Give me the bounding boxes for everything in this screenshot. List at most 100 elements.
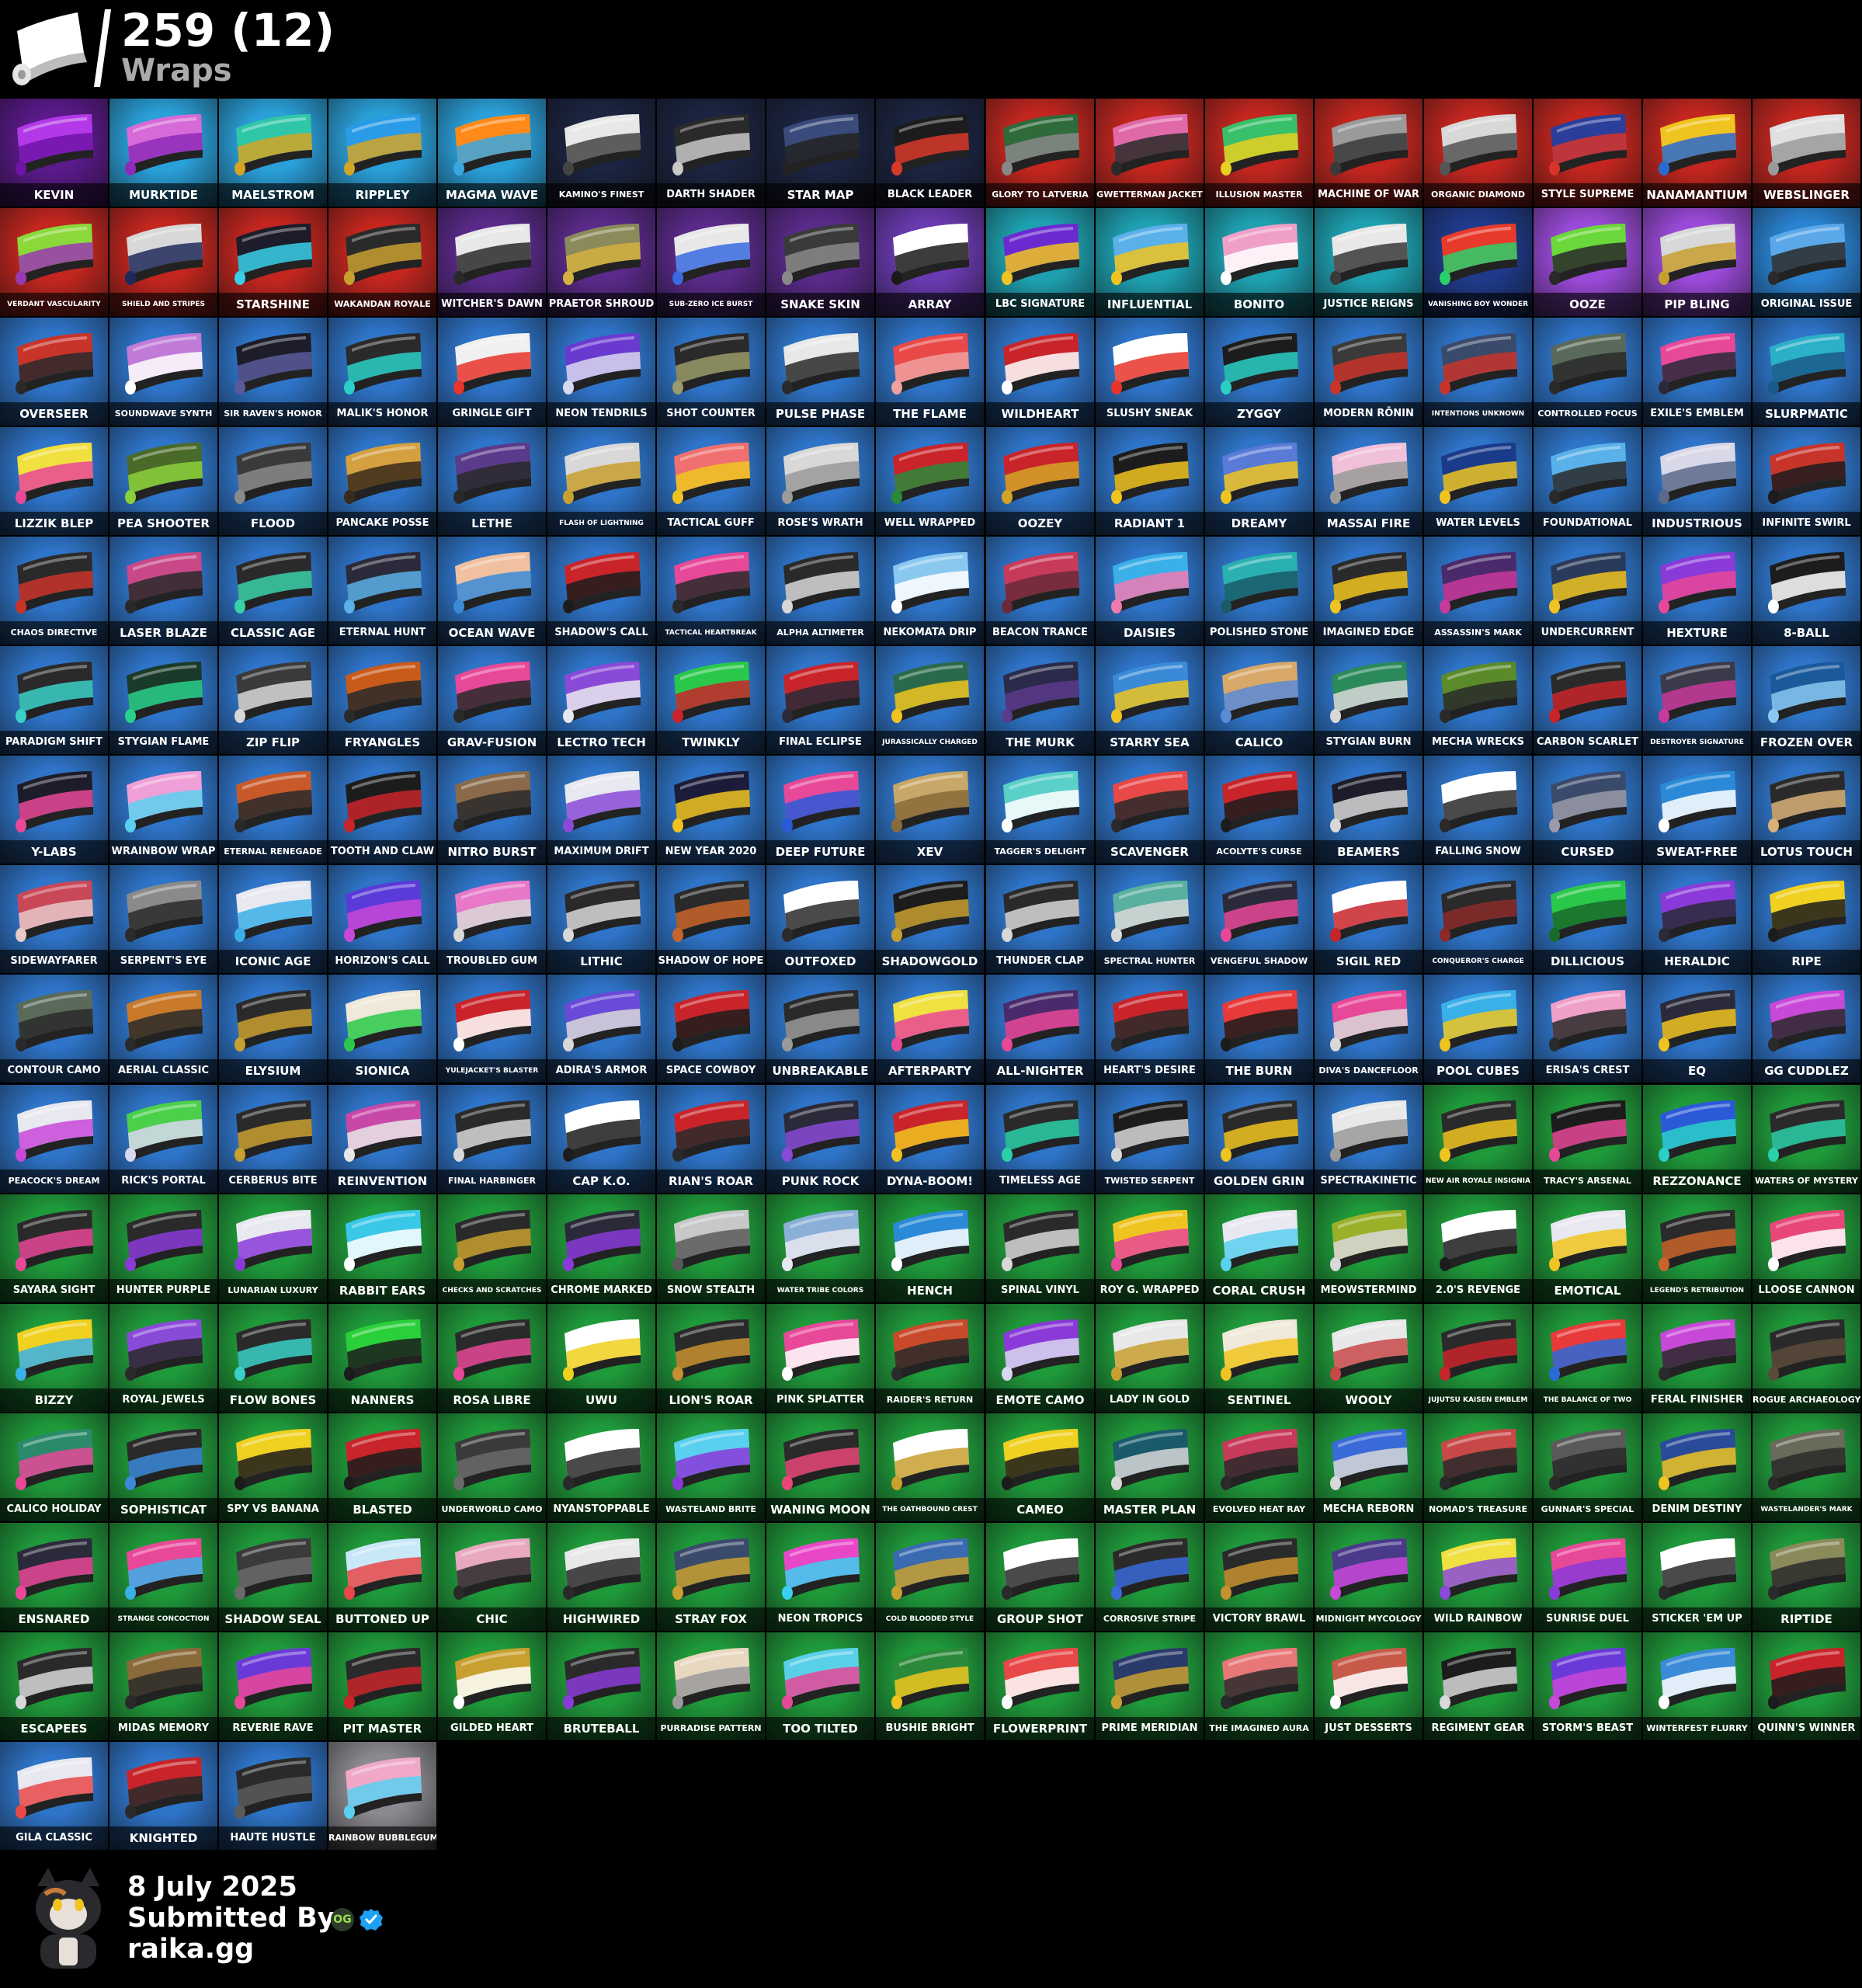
wrap-tile[interactable]: CHIC bbox=[438, 1523, 546, 1631]
wrap-tile[interactable]: PUNK ROCK bbox=[766, 1085, 874, 1193]
wrap-tile[interactable]: VANISHING BOY WONDER bbox=[1424, 208, 1532, 316]
wrap-tile[interactable]: DREAMY bbox=[1205, 427, 1313, 535]
wrap-tile[interactable]: PULSE PHASE bbox=[766, 318, 874, 426]
wrap-tile[interactable]: MURKTIDE bbox=[109, 99, 217, 207]
wrap-tile[interactable]: TACTICAL GUFF bbox=[657, 427, 765, 535]
wrap-tile[interactable]: SHADOW SEAL bbox=[219, 1523, 327, 1631]
wrap-tile[interactable]: BONITO bbox=[1205, 208, 1313, 316]
wrap-tile[interactable]: STAR MAP bbox=[766, 99, 874, 207]
wrap-tile[interactable]: TACTICAL HEARTBREAK bbox=[657, 537, 765, 645]
wrap-tile[interactable]: SERPENT'S EYE bbox=[109, 865, 217, 973]
wrap-tile[interactable]: LADY IN GOLD bbox=[1096, 1304, 1204, 1412]
wrap-tile[interactable]: SPACE COWBOY bbox=[657, 975, 765, 1083]
wrap-tile[interactable]: HEXTURE bbox=[1643, 537, 1751, 645]
wrap-tile[interactable]: RAINBOW BUBBLEGUM bbox=[328, 1742, 436, 1850]
wrap-tile[interactable]: INFINITE SWIRL bbox=[1753, 427, 1860, 535]
wrap-tile[interactable]: TRACY'S ARSENAL bbox=[1534, 1085, 1641, 1193]
wrap-tile[interactable]: HORIZON'S CALL bbox=[328, 865, 436, 973]
wrap-tile[interactable]: BRUTEBALL bbox=[547, 1632, 655, 1740]
wrap-tile[interactable]: MASTER PLAN bbox=[1096, 1413, 1204, 1521]
wrap-tile[interactable]: NEKOMATA DRIP bbox=[876, 537, 984, 645]
wrap-tile[interactable]: STRAY FOX bbox=[657, 1523, 765, 1631]
wrap-tile[interactable]: GRINGLE GIFT bbox=[438, 318, 546, 426]
wrap-tile[interactable]: NYANSTOPPABLE bbox=[547, 1413, 655, 1521]
wrap-tile[interactable]: ICONIC AGE bbox=[219, 865, 327, 973]
wrap-tile[interactable]: CONTROLLED FOCUS bbox=[1534, 318, 1641, 426]
wrap-tile[interactable]: GROUP SHOT bbox=[986, 1523, 1094, 1631]
wrap-tile[interactable]: ARRAY bbox=[876, 208, 984, 316]
wrap-tile[interactable]: PRAETOR SHROUD bbox=[547, 208, 655, 316]
wrap-tile[interactable]: DESTROYER SIGNATURE bbox=[1643, 646, 1751, 754]
wrap-tile[interactable]: MODERN RŌNIN bbox=[1315, 318, 1423, 426]
wrap-tile[interactable]: WITCHER'S DAWN bbox=[438, 208, 546, 316]
wrap-tile[interactable]: ERISA'S CREST bbox=[1534, 975, 1641, 1083]
wrap-tile[interactable]: ENSNARED bbox=[0, 1523, 108, 1631]
wrap-tile[interactable]: CHROME MARKED bbox=[547, 1194, 655, 1302]
wrap-tile[interactable]: SHADOW OF HOPE bbox=[657, 865, 765, 973]
wrap-tile[interactable]: UWU bbox=[547, 1304, 655, 1412]
wrap-tile[interactable]: BEACON TRANCE bbox=[986, 537, 1094, 645]
wrap-tile[interactable]: EVOLVED HEAT RAY bbox=[1205, 1413, 1313, 1521]
wrap-tile[interactable]: 2.0'S REVENGE bbox=[1424, 1194, 1532, 1302]
wrap-tile[interactable]: OVERSEER bbox=[0, 318, 108, 426]
wrap-tile[interactable]: MALIK'S HONOR bbox=[328, 318, 436, 426]
wrap-tile[interactable]: PIT MASTER bbox=[328, 1632, 436, 1740]
wrap-tile[interactable]: GOLDEN GRIN bbox=[1205, 1085, 1313, 1193]
wrap-tile[interactable]: STYLE SUPREME bbox=[1534, 99, 1641, 207]
wrap-tile[interactable]: BLACK LEADER bbox=[876, 99, 984, 207]
wrap-tile[interactable]: GG CUDDLEZ bbox=[1753, 975, 1860, 1083]
wrap-tile[interactable]: REZZONANCE bbox=[1643, 1085, 1751, 1193]
wrap-tile[interactable]: CURSED bbox=[1534, 756, 1641, 864]
wrap-tile[interactable]: FLOOD bbox=[219, 427, 327, 535]
wrap-tile[interactable]: WILDHEART bbox=[986, 318, 1094, 426]
wrap-tile[interactable]: DILLICIOUS bbox=[1534, 865, 1641, 973]
wrap-tile[interactable]: DARTH SHADER bbox=[657, 99, 765, 207]
wrap-tile[interactable]: FOUNDATIONAL bbox=[1534, 427, 1641, 535]
wrap-tile[interactable]: CAP K.O. bbox=[547, 1085, 655, 1193]
wrap-tile[interactable]: VENGEFUL SHADOW bbox=[1205, 865, 1313, 973]
wrap-tile[interactable]: ORIGINAL ISSUE bbox=[1753, 208, 1860, 316]
wrap-tile[interactable]: MIDNIGHT MYCOLOGY bbox=[1315, 1523, 1423, 1631]
wrap-tile[interactable]: ZIP FLIP bbox=[219, 646, 327, 754]
wrap-tile[interactable]: GRAV-FUSION bbox=[438, 646, 546, 754]
wrap-tile[interactable]: LETHE bbox=[438, 427, 546, 535]
wrap-tile[interactable]: STARSHINE bbox=[219, 208, 327, 316]
wrap-tile[interactable]: GUNNAR'S SPECIAL bbox=[1534, 1413, 1641, 1521]
wrap-tile[interactable]: ILLUSION MASTER bbox=[1205, 99, 1313, 207]
wrap-tile[interactable]: MECHA WRECKS bbox=[1424, 646, 1532, 754]
wrap-tile[interactable]: STYGIAN FLAME bbox=[109, 646, 217, 754]
wrap-tile[interactable]: SNAKE SKIN bbox=[766, 208, 874, 316]
wrap-tile[interactable]: SLURPMATIC bbox=[1753, 318, 1860, 426]
wrap-tile[interactable]: TROUBLED GUM bbox=[438, 865, 546, 973]
wrap-tile[interactable]: EQ bbox=[1643, 975, 1751, 1083]
wrap-tile[interactable]: DENIM DESTINY bbox=[1643, 1413, 1751, 1521]
wrap-tile[interactable]: WAKANDAN ROYALE bbox=[328, 208, 436, 316]
wrap-tile[interactable]: ZYGGY bbox=[1205, 318, 1313, 426]
wrap-tile[interactable]: CONTOUR CAMO bbox=[0, 975, 108, 1083]
wrap-tile[interactable]: WATERS OF MYSTERY bbox=[1753, 1085, 1860, 1193]
wrap-tile[interactable]: UNDERWORLD CAMO bbox=[438, 1413, 546, 1521]
wrap-tile[interactable]: ROSE'S WRATH bbox=[766, 427, 874, 535]
wrap-tile[interactable]: NEON TENDRILS bbox=[547, 318, 655, 426]
wrap-tile[interactable]: HEART'S DESIRE bbox=[1096, 975, 1204, 1083]
wrap-tile[interactable]: EMOTICAL bbox=[1534, 1194, 1641, 1302]
wrap-tile[interactable]: THE IMAGINED AURA bbox=[1205, 1632, 1313, 1740]
wrap-tile[interactable]: FROZEN OVER bbox=[1753, 646, 1860, 754]
wrap-tile[interactable]: LITHIC bbox=[547, 865, 655, 973]
wrap-tile[interactable]: ELYSIUM bbox=[219, 975, 327, 1083]
wrap-tile[interactable]: FALLING SNOW bbox=[1424, 756, 1532, 864]
wrap-tile[interactable]: WOOLY bbox=[1315, 1304, 1423, 1412]
wrap-tile[interactable]: 8-BALL bbox=[1753, 537, 1860, 645]
wrap-tile[interactable]: GWETTERMAN JACKET bbox=[1096, 99, 1204, 207]
wrap-tile[interactable]: WATER LEVELS bbox=[1424, 427, 1532, 535]
wrap-tile[interactable]: PEACOCK'S DREAM bbox=[0, 1085, 108, 1193]
wrap-tile[interactable]: INDUSTRIOUS bbox=[1643, 427, 1751, 535]
wrap-tile[interactable]: LECTRO TECH bbox=[547, 646, 655, 754]
wrap-tile[interactable]: UNBREAKABLE bbox=[766, 975, 874, 1083]
wrap-tile[interactable]: NEW AIR ROYALE INSIGNIA bbox=[1424, 1085, 1532, 1193]
wrap-tile[interactable]: RABBIT EARS bbox=[328, 1194, 436, 1302]
wrap-tile[interactable]: MAGMA WAVE bbox=[438, 99, 546, 207]
wrap-tile[interactable]: JUSTICE REIGNS bbox=[1315, 208, 1423, 316]
wrap-tile[interactable]: SHOT COUNTER bbox=[657, 318, 765, 426]
wrap-tile[interactable]: WELL WRAPPED bbox=[876, 427, 984, 535]
